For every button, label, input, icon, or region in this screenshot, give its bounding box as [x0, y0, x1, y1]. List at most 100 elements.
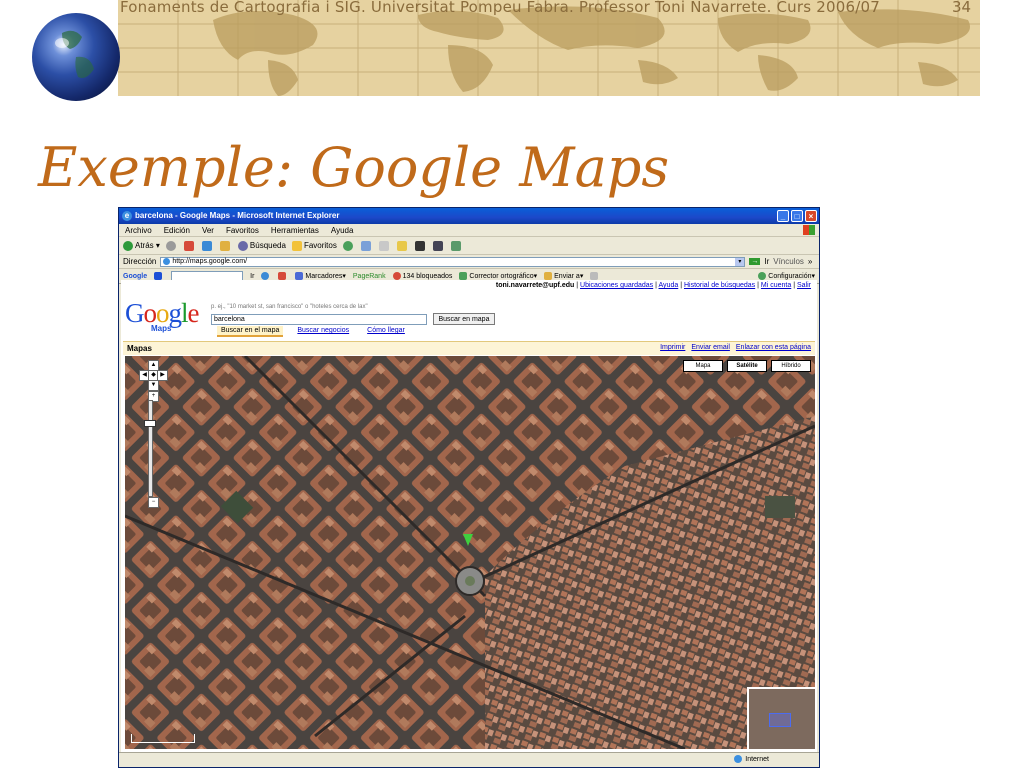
star-icon: [291, 240, 302, 251]
settings-icon: [758, 272, 767, 281]
popup-blocked-icon: [392, 272, 401, 280]
minimize-button[interactable]: _: [777, 210, 789, 222]
aerial-imagery: [125, 356, 815, 749]
menu-herramientas[interactable]: Herramientas: [271, 226, 319, 235]
search-button[interactable]: Búsqueda: [237, 240, 286, 251]
popup-blocker[interactable]: 134 bloqueados: [392, 272, 453, 280]
address-url: http://maps.google.com/: [172, 258, 248, 265]
pagerank-indicator[interactable]: PageRank: [353, 273, 386, 280]
globe-icon[interactable]: [261, 272, 270, 280]
user-email: toni.navarrete@upf.edu: [495, 282, 575, 289]
settings-button[interactable]: Configuración▾: [758, 272, 815, 281]
zoom-out-icon[interactable]: −: [148, 497, 159, 508]
home-icon[interactable]: [219, 240, 230, 251]
mail-icon[interactable]: [378, 240, 389, 251]
overview-map[interactable]: [747, 687, 815, 749]
window-titlebar[interactable]: e barcelona - Google Maps - Microsoft In…: [119, 208, 819, 224]
internet-explorer-icon: e: [122, 211, 132, 221]
spellcheck-label: Corrector ortográfico: [469, 272, 534, 280]
page-content: toni.navarrete@upf.edu | Ubicaciones gua…: [121, 280, 817, 752]
location-marker-icon[interactable]: [463, 534, 473, 546]
chevron-right-icon[interactable]: »: [808, 257, 812, 266]
send-label: Enviar a: [554, 272, 580, 280]
bookmarks-label: Marcadores: [305, 272, 343, 280]
go-button[interactable]: Ir: [764, 257, 769, 266]
map-navigation-control: ▲ ◀ ◆ ▶ ▼ + −: [139, 360, 169, 510]
bookmarks-button[interactable]: Marcadores▾: [295, 272, 346, 281]
map-type-satellite-button[interactable]: Satélite: [727, 360, 767, 372]
bookmark-star-icon: [295, 272, 304, 281]
security-zone: Internet: [734, 755, 769, 763]
globe-logo: [32, 13, 120, 101]
link-saved-locations[interactable]: Ubicaciones guardadas: [580, 282, 653, 289]
zoom-slider[interactable]: [148, 400, 153, 497]
window-title: barcelona - Google Maps - Microsoft Inte…: [135, 211, 340, 220]
blocked-count: 134 bloqueados: [402, 272, 453, 280]
zoom-slider-handle[interactable]: [144, 420, 156, 427]
tab-search-map[interactable]: Buscar en el mapa: [217, 326, 284, 337]
favorites-button[interactable]: Favoritos: [291, 240, 337, 251]
google-go-button[interactable]: Ir: [250, 273, 254, 280]
link-sign-out[interactable]: Salir: [797, 282, 811, 289]
search-label: Búsqueda: [249, 240, 286, 250]
tab-search-businesses[interactable]: Buscar negocios: [293, 326, 353, 337]
link-to-page[interactable]: Enlazar con esta página: [736, 344, 811, 351]
send-to-button[interactable]: Enviar a▾: [544, 272, 583, 281]
maps-header-bar: Mapas Imprimir Enviar email Enlazar con …: [123, 341, 815, 355]
back-button[interactable]: Atrás ▾: [123, 240, 160, 251]
slide-number: 34: [952, 0, 972, 16]
address-label: Dirección: [123, 257, 157, 266]
maps-sublabel: Maps: [151, 324, 172, 333]
stop-icon[interactable]: [183, 240, 194, 251]
menu-ayuda[interactable]: Ayuda: [331, 226, 354, 235]
browser-window: e barcelona - Google Maps - Microsoft In…: [118, 207, 820, 768]
address-input[interactable]: http://maps.google.com/ ▾: [160, 256, 746, 267]
settings-label: Configuración: [768, 272, 812, 280]
news-icon[interactable]: [278, 272, 287, 280]
pan-down-icon[interactable]: ▼: [148, 380, 159, 391]
messenger-icon[interactable]: [450, 240, 461, 251]
close-button[interactable]: ×: [805, 210, 817, 222]
spellcheck-button[interactable]: Corrector ortográfico▾: [459, 272, 537, 281]
satellite-map[interactable]: ▲ ◀ ◆ ▶ ▼ + − Mapa Satélite Híbrido: [125, 356, 815, 749]
page-icon: [163, 258, 171, 265]
link-search-history[interactable]: Historial de búsquedas: [684, 282, 755, 289]
google-g-icon[interactable]: [154, 272, 163, 280]
maximize-button[interactable]: □: [791, 210, 803, 222]
map-type-selector: Mapa Satélite Híbrido: [683, 360, 811, 372]
highlight-icon[interactable]: [590, 272, 599, 280]
map-type-hybrid-button[interactable]: Híbrido: [771, 360, 811, 372]
zone-label: Internet: [745, 755, 769, 763]
scale-bar: [131, 734, 195, 743]
go-arrow-icon[interactable]: →: [749, 258, 761, 265]
standard-toolbar: Atrás ▾ Búsqueda Favoritos: [119, 237, 819, 255]
slide-header: Fonaments de Cartografia i SIG. Universi…: [120, 0, 880, 16]
forward-arrow-icon[interactable]: [165, 240, 176, 251]
history-icon[interactable]: [360, 240, 371, 251]
tab-directions[interactable]: Cómo llegar: [363, 326, 409, 337]
edit-icon[interactable]: [432, 240, 443, 251]
spellcheck-icon: [459, 272, 468, 281]
links-button[interactable]: Vínculos: [773, 257, 804, 266]
refresh-icon[interactable]: [201, 240, 212, 251]
folder-icon[interactable]: [396, 240, 407, 251]
link-my-account[interactable]: Mi cuenta: [761, 282, 791, 289]
menu-favoritos[interactable]: Favoritos: [226, 226, 259, 235]
map-search-input[interactable]: barcelona: [211, 314, 427, 325]
internet-zone-icon: [734, 755, 743, 763]
search-map-button[interactable]: Buscar en mapa: [433, 313, 495, 325]
menu-archivo[interactable]: Archivo: [125, 226, 152, 235]
favorites-label: Favoritos: [303, 240, 337, 250]
media-icon[interactable]: [342, 240, 353, 251]
overview-viewport[interactable]: [769, 713, 791, 727]
menu-ver[interactable]: Ver: [202, 226, 214, 235]
maps-label: Mapas: [127, 344, 152, 353]
send-email-link[interactable]: Enviar email: [691, 344, 730, 351]
menu-edicion[interactable]: Edición: [164, 226, 190, 235]
link-help[interactable]: Ayuda: [659, 282, 679, 289]
user-links: toni.navarrete@upf.edu | Ubicaciones gua…: [495, 282, 811, 289]
address-dropdown-icon[interactable]: ▾: [735, 257, 745, 266]
map-type-map-button[interactable]: Mapa: [683, 360, 723, 372]
print-icon[interactable]: [414, 240, 425, 251]
print-link[interactable]: Imprimir: [660, 344, 685, 351]
